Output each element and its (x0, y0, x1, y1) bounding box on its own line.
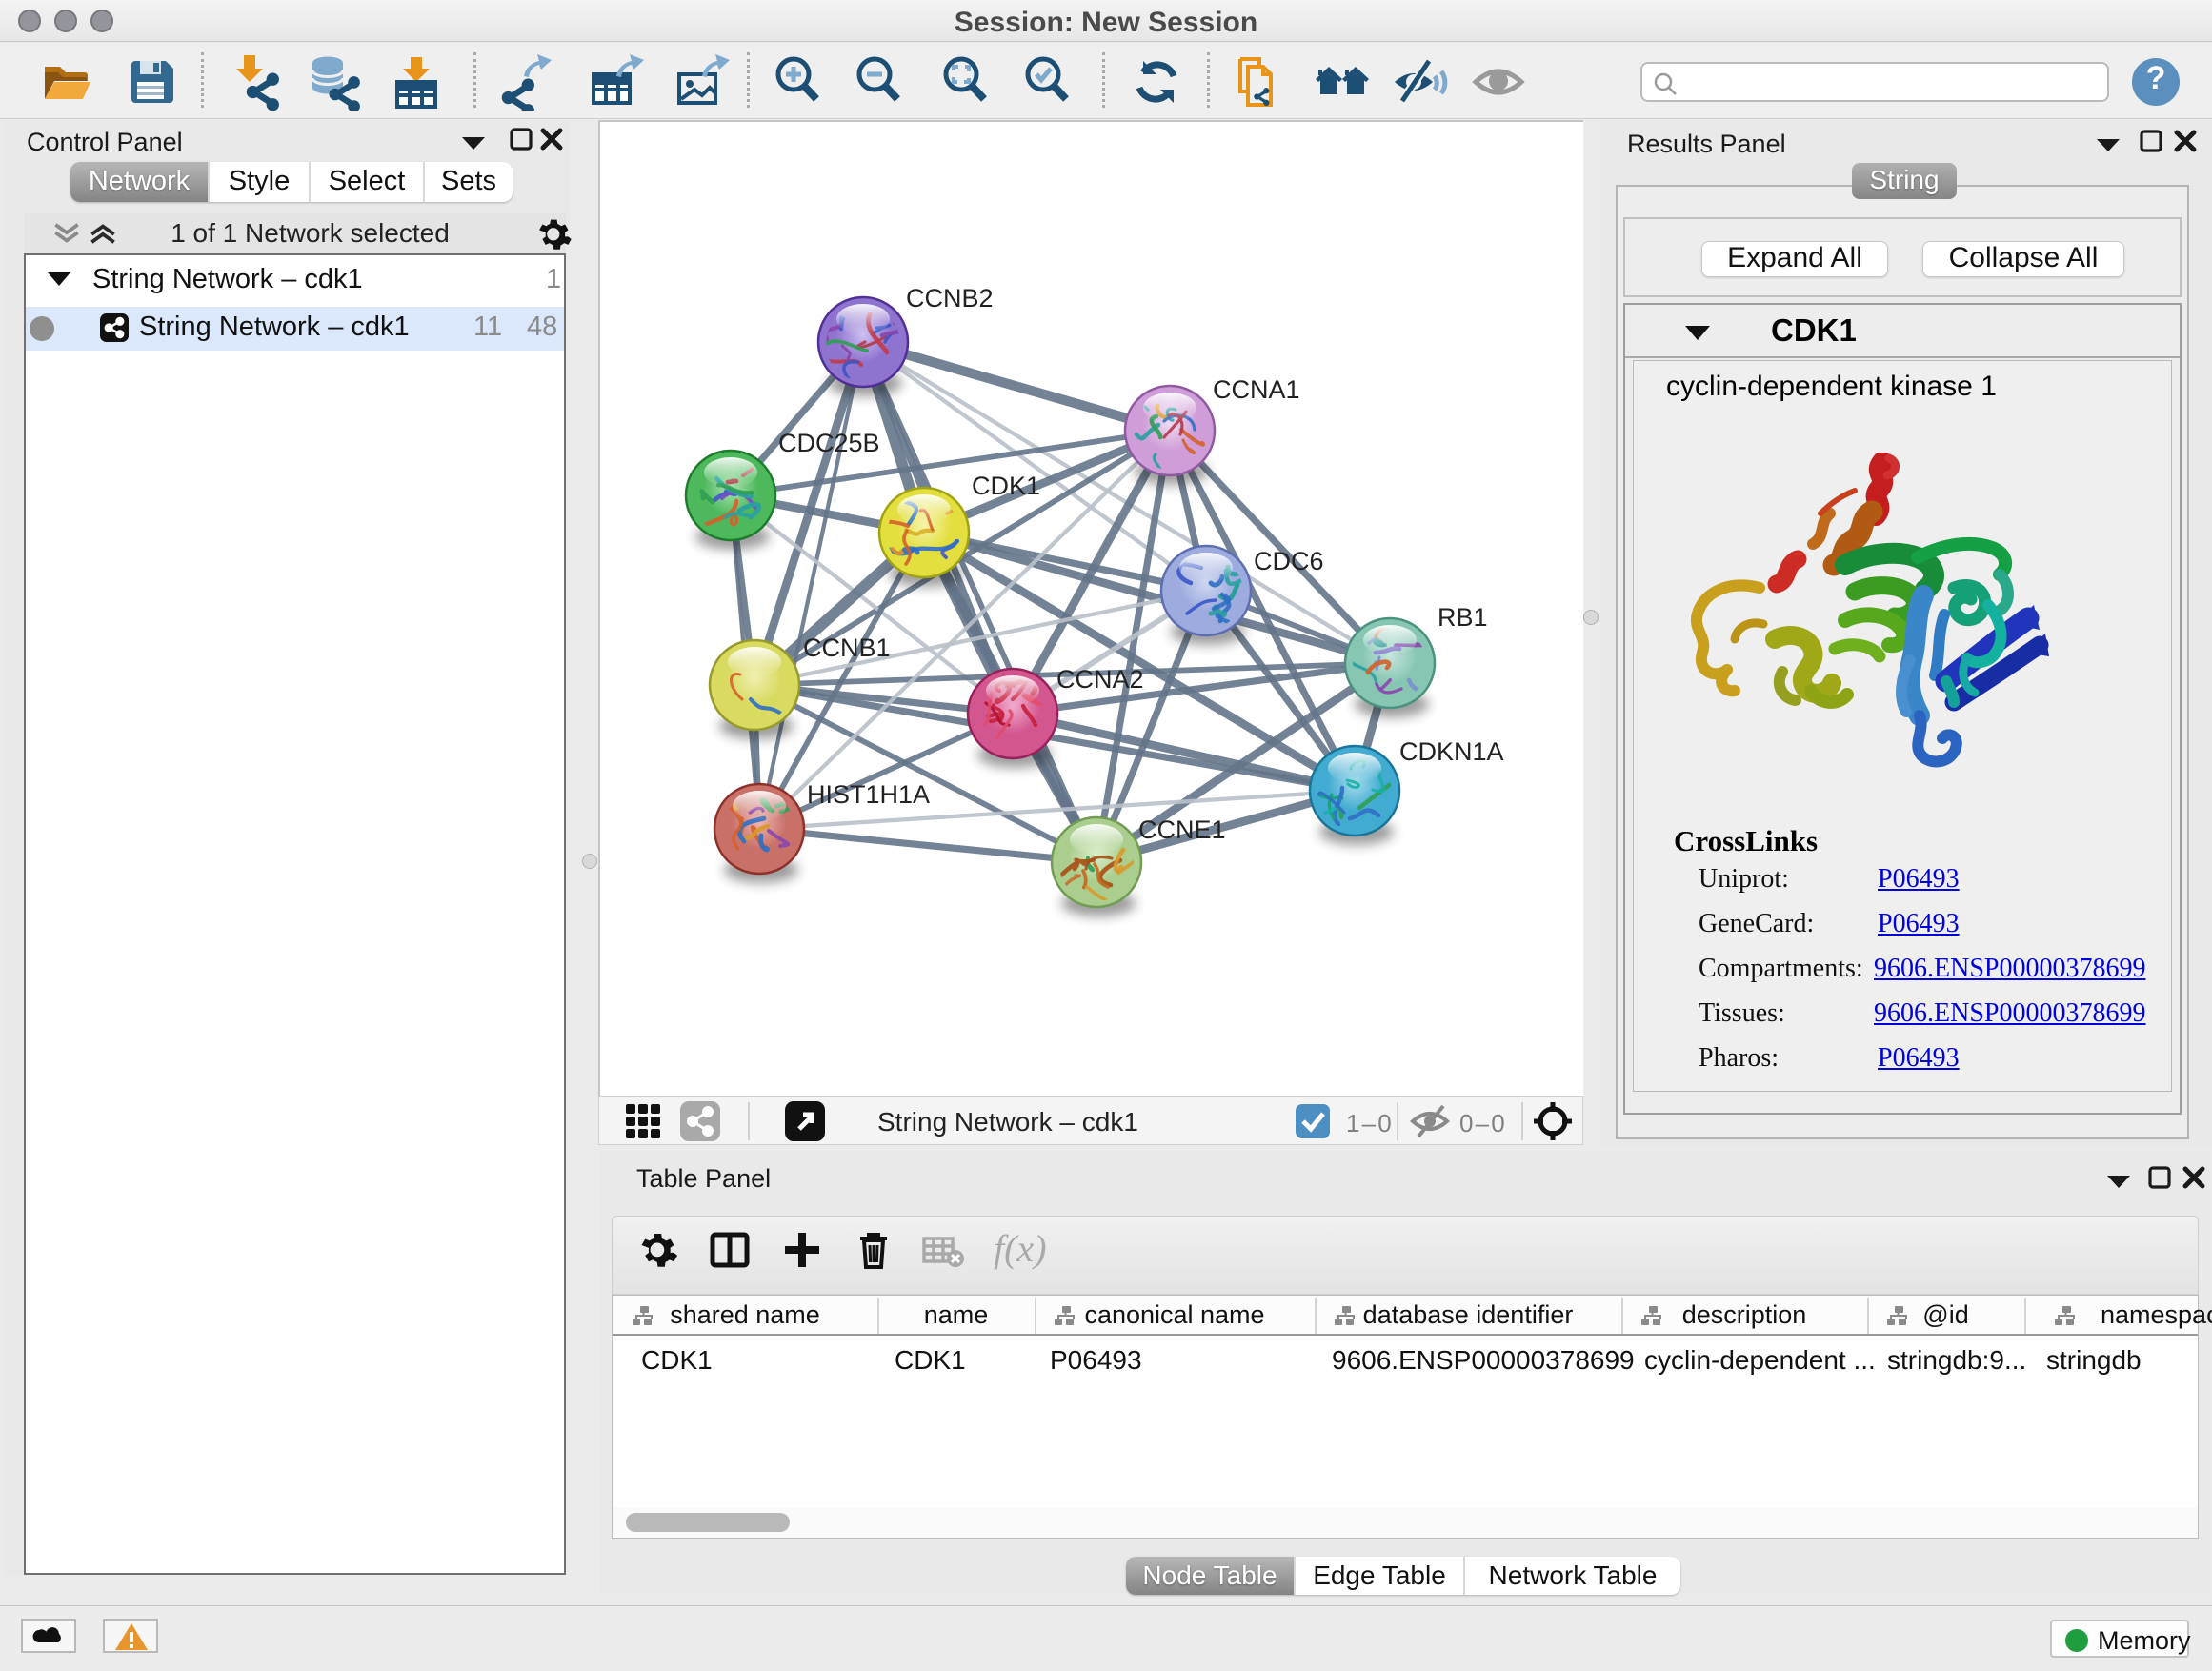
svg-text:CCNE1: CCNE1 (1138, 815, 1226, 844)
svg-text:CCNB1: CCNB1 (803, 634, 891, 662)
svg-text:CDC25B: CDC25B (778, 429, 880, 457)
svg-text:CDKN1A: CDKN1A (1399, 737, 1504, 766)
svg-text:CCNB2: CCNB2 (906, 284, 994, 312)
svg-text:CCNA1: CCNA1 (1213, 375, 1300, 404)
svg-text:CDK1: CDK1 (972, 472, 1040, 500)
svg-text:CCNA2: CCNA2 (1056, 665, 1144, 694)
svg-text:HIST1H1A: HIST1H1A (807, 780, 930, 809)
svg-text:CDC6: CDC6 (1254, 547, 1324, 575)
svg-text:RB1: RB1 (1438, 603, 1488, 632)
